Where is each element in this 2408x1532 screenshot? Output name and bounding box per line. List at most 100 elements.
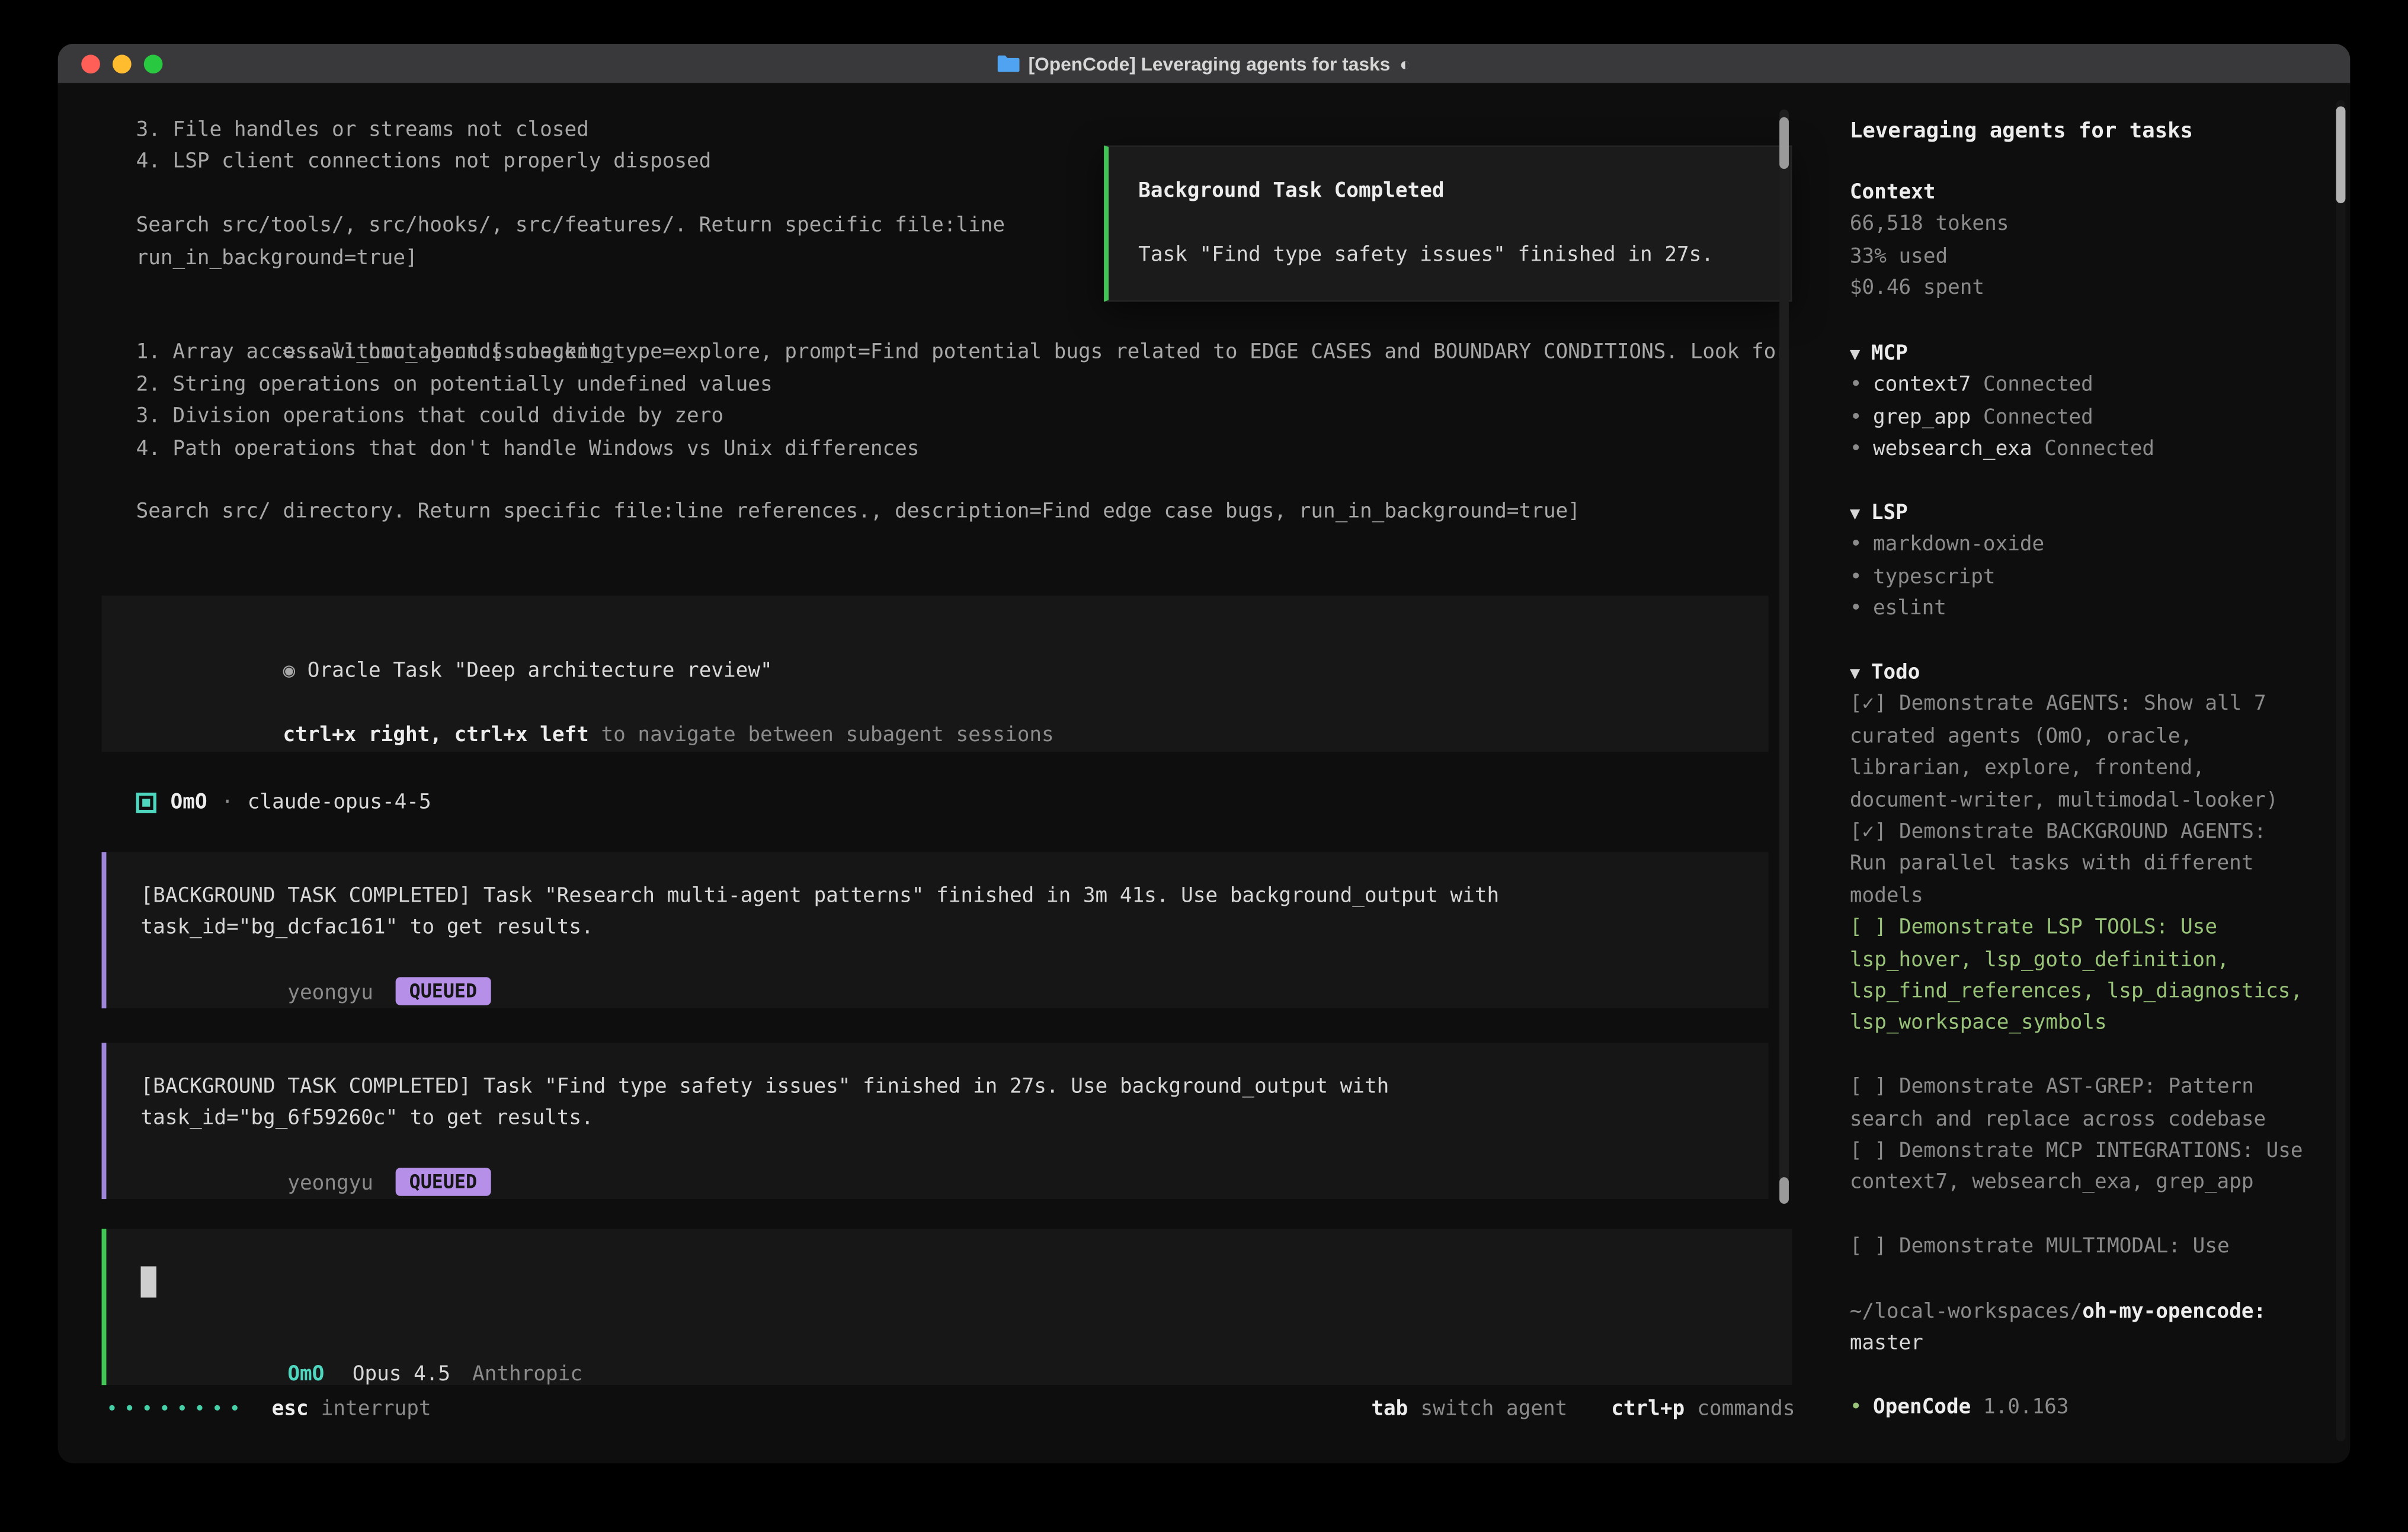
esc-key-hint: esc [272,1397,309,1421]
workspace-path: ~/local-workspaces/ [1850,1301,2082,1325]
mcp-item: •context7 Connected [1850,371,2154,403]
message-text-line: task_id="bg_dcfac161" to get results. [141,914,1769,946]
folder-icon [997,55,1019,72]
bullet-icon: • [1850,406,1862,430]
todo-item-pending: [ ]Demonstrate MULTIMODAL: Use [1850,1232,2313,1264]
agent-separator: · [221,790,233,814]
close-window-button[interactable] [81,55,100,73]
prompt-input[interactable]: OmOOpus 4.5Anthropic [102,1229,1792,1385]
workspace-info: ~/local-workspaces/oh-my-opencode: maste… [1850,1297,2329,1361]
tool-call-header-line: ⚙ call_omo_agent [subagent_type=explore,… [136,306,1788,338]
text-cursor [141,1267,156,1298]
context-spent: $0.46 spent [1850,274,2009,306]
lsp-item: •typescript [1850,562,2044,594]
chat-scrollbar-thumb[interactable] [1779,1177,1789,1204]
tool-call-line: 2. String operations on potentially unde… [136,370,1788,402]
model-selector[interactable]: OmOOpus 4.5Anthropic [141,1329,582,1361]
window-title: [OpenCode] Leveraging agents for tasks ◐ [997,52,1411,74]
oracle-hint-keys: ctrl+x right, ctrl+x left [283,724,588,748]
todo-item-pending: [ ]Demonstrate AST-GREP: Pattern search … [1850,1073,2313,1137]
working-spinner-icon: •••••••• [106,1398,246,1420]
message-card: [BACKGROUND TASK COMPLETED] Task "Find t… [102,1043,1769,1199]
todo-section: ▼Todo [✓]Demonstrate AGENTS: Show all 7 … [1850,658,2313,1264]
scrollback-line: Search src/tools/, src/hooks/, src/featu… [136,211,1005,243]
message-author: yeongyu [287,982,373,1006]
tab-key-hint: tab [1371,1397,1408,1421]
queued-badge: QUEUED [395,977,491,1006]
sidebar-scrollbar[interactable] [2336,100,2346,1441]
input-model-name: Opus 4.5 [353,1364,450,1387]
oracle-task-panel[interactable]: ◉ Oracle Task "Deep architecture review"… [102,595,1769,752]
sidebar-scrollbar-thumb[interactable] [2336,106,2346,203]
scrollback-line: run_in_background=true] [136,243,1005,275]
bullet-icon: • [1850,598,1862,621]
screen: [OpenCode] Leveraging agents for tasks ◐… [0,0,2408,1532]
scrollback-line [136,180,1005,211]
input-agent-name: OmO [287,1364,324,1387]
tab-key-label: switch agent [1420,1397,1567,1421]
mcp-section-heading[interactable]: ▼MCP [1850,339,2154,371]
checkbox-empty-icon: [ ] [1850,1140,1887,1164]
checkbox-checked-icon: [✓] [1850,821,1887,844]
todo-section-heading[interactable]: ▼Todo [1850,658,2313,690]
lsp-item: •eslint [1850,594,2044,626]
chevron-down-icon: ▼ [1850,344,1860,364]
terminal-window: [OpenCode] Leveraging agents for tasks ◐… [58,44,2351,1463]
context-section: Context 66,518 tokens 33% used $0.46 spe… [1850,178,2009,306]
todo-item-done: [✓]Demonstrate AGENTS: Show all 7 curate… [1850,690,2313,818]
tool-call-line: 3. Division operations that could divide… [136,402,1788,434]
tool-call-line [136,466,1788,498]
minimize-window-button[interactable] [113,55,132,73]
chat-scrollbar-thumb-top[interactable] [1779,117,1789,169]
background-task-toast[interactable]: Background Task Completed Task "Find typ… [1104,145,1792,302]
message-text-line: [BACKGROUND TASK COMPLETED] Task "Find t… [141,1072,1769,1104]
todo-item-active: [ ]Demonstrate LSP TOOLS: Use lsp_hover,… [1850,914,2313,1041]
context-heading: Context [1850,178,2009,210]
ctrlp-key-label: commands [1697,1397,1795,1421]
chat-scrollbar[interactable] [1779,110,1789,1204]
bullet-icon: • [1850,374,1862,398]
chevron-down-icon: ▼ [1850,504,1860,524]
scrollback-line: 4. LSP client connections not properly d… [136,148,1005,180]
session-spinner-icon: ◐ [1400,52,1411,74]
session-title: Leveraging agents for tasks [1850,116,2193,148]
toast-title: Background Task Completed [1138,177,1790,209]
lsp-section: ▼LSP •markdown-oxide •typescript •eslint [1850,499,2044,626]
checkbox-empty-icon: [ ] [1850,1076,1887,1100]
mcp-item: •websearch_exa Connected [1850,435,2154,467]
bullet-icon: • [1850,438,1862,461]
bullet-icon: • [1850,1396,1862,1420]
status-right: tab switch agent ctrl+p commands [1371,1397,1795,1421]
agent-icon [136,792,156,812]
oracle-navigation-hint: ctrl+x right, ctrl+x left to navigate be… [136,689,1769,721]
version-info: • OpenCode 1.0.163 [1850,1393,2069,1425]
oracle-task-icon: ◉ [283,661,295,684]
chevron-down-icon: ▼ [1850,663,1860,683]
status-left: •••••••• esc interrupt [106,1397,431,1421]
checkbox-empty-icon: [ ] [1850,916,1887,940]
zoom-window-button[interactable] [144,55,163,73]
bullet-icon: • [1850,566,1862,589]
message-meta-line: yeongyuQUEUED [141,946,1769,977]
scrollback-line: 3. File handles or streams not closed [136,116,1005,148]
message-text-line: task_id="bg_6f59260c" to get results. [141,1104,1769,1136]
esc-key-label: interrupt [321,1397,431,1421]
todo-item-done: [✓]Demonstrate BACKGROUND AGENTS: Run pa… [1850,818,2313,914]
app-version: 1.0.163 [1983,1396,2069,1420]
chat-area: 3. File handles or streams not closed 4.… [58,85,1827,1462]
message-card: [BACKGROUND TASK COMPLETED] Task "Resear… [102,852,1769,1008]
window-controls [81,55,162,73]
checkbox-empty-icon: [ ] [1850,1235,1887,1259]
bullet-icon: • [1850,534,1862,557]
oracle-task-title: Oracle Task "Deep architecture review" [308,661,773,684]
titlebar[interactable]: [OpenCode] Leveraging agents for tasks ◐ [58,44,2351,85]
app-name: OpenCode [1873,1396,1971,1420]
agent-model: claude-opus-4-5 [248,790,431,814]
status-bar: •••••••• esc interrupt tab switch agent … [106,1393,1795,1425]
message-meta-line: yeongyuQUEUED [141,1136,1769,1168]
mcp-item: •grep_app Connected [1850,403,2154,435]
checkbox-checked-icon: [✓] [1850,693,1887,717]
lsp-section-heading[interactable]: ▼LSP [1850,499,2044,531]
scrollback: 3. File handles or streams not closed 4.… [136,116,1005,275]
todo-item-pending: [ ]Demonstrate MCP INTEGRATIONS: Use con… [1850,1137,2313,1201]
